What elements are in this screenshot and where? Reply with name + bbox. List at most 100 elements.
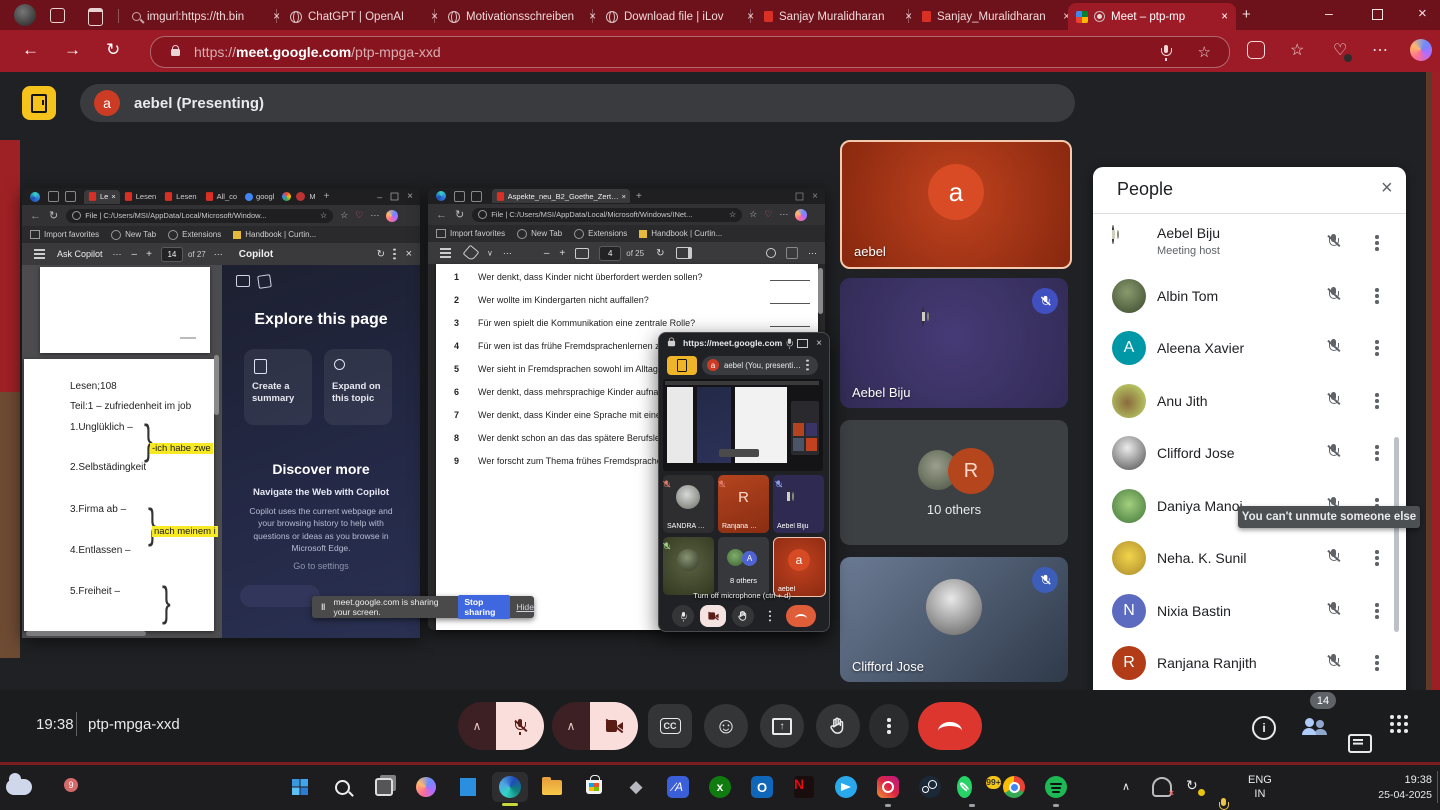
inner-collections-icon[interactable] <box>764 209 772 220</box>
draw-dropdown-icon[interactable] <box>487 249 493 258</box>
browser-profile-avatar[interactable] <box>14 4 36 26</box>
present-button[interactable] <box>760 704 804 748</box>
pdf-search-icon[interactable] <box>766 248 776 258</box>
zoom-out-button[interactable] <box>544 248 550 259</box>
pip-hand-button[interactable] <box>732 605 754 627</box>
participant-more-icon[interactable] <box>1375 609 1379 613</box>
movies-app-button[interactable]: ∕A <box>663 772 693 802</box>
inner-tab[interactable]: Lesen <box>120 190 160 204</box>
inner-copilot-icon[interactable] <box>386 209 399 222</box>
tab-motivationsschreiben[interactable]: Motivationsschreiben <box>440 3 604 30</box>
inner-minimize[interactable] <box>377 192 382 202</box>
sync-status-icon[interactable] <box>1186 777 1198 794</box>
doc-scrollbar[interactable] <box>214 355 219 415</box>
fav-import[interactable]: Import favorites <box>44 230 99 239</box>
page-number-input[interactable]: 4 <box>599 245 622 261</box>
workspaces-icon[interactable] <box>50 8 65 23</box>
copilot-settings-link[interactable]: Go to settings <box>222 561 420 571</box>
pip-tile-self[interactable]: a aebel <box>773 537 826 597</box>
vscode-button[interactable] <box>453 772 483 802</box>
rotate-icon[interactable] <box>656 248 664 259</box>
inner-reload[interactable] <box>49 209 58 222</box>
tab-imgurl[interactable]: imgurl:https://th.bin <box>124 3 288 30</box>
telegram-button[interactable] <box>831 772 861 802</box>
spotify-button[interactable] <box>1041 772 1071 807</box>
bookmark-star-icon[interactable] <box>1198 43 1211 61</box>
participant-more-icon[interactable] <box>1375 399 1379 403</box>
microsoft-store-button[interactable] <box>579 772 609 802</box>
inner-bookmark-icon[interactable] <box>320 211 327 220</box>
pdf-menu-icon[interactable] <box>440 252 451 254</box>
steam-button[interactable] <box>915 772 945 802</box>
window-maximize-button[interactable] <box>1372 9 1383 20</box>
hide-share-bar-button[interactable]: Hide <box>516 602 534 612</box>
copilot-close-icon[interactable] <box>406 248 412 260</box>
pip-mic-icon[interactable] <box>786 338 794 349</box>
task-view-button[interactable] <box>369 772 399 802</box>
pip-mic-button[interactable] <box>672 605 694 627</box>
inner-bookmark-icon[interactable] <box>729 210 736 219</box>
mic-muted-icon[interactable] <box>1327 654 1341 669</box>
tab-sanjay-pdf[interactable]: Sanjay Muralidharan <box>756 3 920 30</box>
mic-muted-icon[interactable] <box>1327 339 1341 354</box>
raise-hand-button[interactable] <box>816 704 860 748</box>
voice-search-icon[interactable] <box>1161 44 1172 61</box>
draw-tool-icon[interactable] <box>462 244 480 262</box>
address-bar[interactable]: https://meet.google.com/ptp-mpga-xxd <box>150 36 1230 68</box>
captions-button[interactable]: CC <box>648 704 692 748</box>
inner-favorites-icon[interactable] <box>749 209 757 220</box>
more-options-button[interactable] <box>869 704 909 748</box>
video-tile-self[interactable]: a aebel <box>840 140 1072 269</box>
people-panel-close-icon[interactable] <box>1381 177 1393 200</box>
mic-muted-icon[interactable] <box>1327 602 1341 617</box>
back-button[interactable] <box>22 40 39 60</box>
whatsapp-button[interactable]: 99+ <box>957 772 1001 807</box>
camera-button-off[interactable] <box>590 702 638 750</box>
inner-copilot-icon[interactable] <box>795 208 808 221</box>
page-number-input[interactable]: 14 <box>160 246 183 262</box>
mic-muted-icon[interactable] <box>1327 392 1341 407</box>
reactions-button[interactable] <box>704 704 748 748</box>
favorites-bar-icon[interactable] <box>1290 40 1304 60</box>
activities-button[interactable] <box>1390 715 1394 719</box>
window-close-button[interactable] <box>1418 5 1427 22</box>
inner-tab[interactable]: Aspekte_neu_B2_Goethe_Zert_Pr <box>492 189 630 203</box>
copilot-sidebar-icon[interactable] <box>236 275 250 287</box>
fav-extensions[interactable]: Extensions <box>182 230 221 239</box>
participant-more-icon[interactable] <box>1375 556 1379 560</box>
outlook-button[interactable]: O <box>747 772 777 802</box>
tab-download-file[interactable]: Download file | iLov <box>598 3 762 30</box>
pip-camera-button[interactable] <box>700 605 726 627</box>
inner-favorites-icon[interactable] <box>340 210 348 221</box>
chrome-button[interactable] <box>999 772 1029 802</box>
participant-more-icon[interactable] <box>1375 346 1379 350</box>
headset-muted-icon[interactable]: × <box>1152 777 1174 798</box>
pip-close-icon[interactable] <box>816 338 822 349</box>
search-button[interactable] <box>327 772 357 802</box>
inner-tab[interactable]: All_co <box>201 190 241 204</box>
pdf-save-icon[interactable] <box>786 247 798 259</box>
inner-close[interactable] <box>812 191 818 202</box>
file-explorer-button[interactable] <box>537 772 567 802</box>
doc-scrollbar[interactable] <box>818 268 823 314</box>
pdf-more-icon-2[interactable] <box>214 249 223 260</box>
pip-tile-albin[interactable] <box>663 537 714 595</box>
tab-actions-icon[interactable] <box>88 8 103 26</box>
inner-new-tab[interactable] <box>636 191 642 202</box>
inner-maximize[interactable] <box>795 192 804 200</box>
tab-sanjay-pdf-2[interactable]: Sanjay_Muralidharan <box>914 3 1078 30</box>
edge-button-active[interactable] <box>492 772 528 806</box>
inner-new-tab[interactable] <box>324 191 330 202</box>
tab-meet-active[interactable]: Meet – ptp-mp <box>1068 3 1236 30</box>
chat-button[interactable] <box>1348 734 1372 753</box>
xbox-button[interactable]: x <box>705 772 735 802</box>
mic-muted-icon[interactable] <box>1327 549 1341 564</box>
fav-import[interactable]: Import favorites <box>450 229 505 238</box>
inner-close[interactable] <box>407 191 413 202</box>
language-indicator[interactable]: ENG IN <box>1248 773 1272 802</box>
inner-back[interactable] <box>436 209 447 221</box>
unity-hub-button[interactable]: ◆ <box>621 772 651 802</box>
tray-mic-active-icon[interactable] <box>1218 798 1230 810</box>
copilot-compose-box[interactable] <box>240 585 320 607</box>
video-tile-others[interactable]: R 10 others <box>840 420 1068 545</box>
